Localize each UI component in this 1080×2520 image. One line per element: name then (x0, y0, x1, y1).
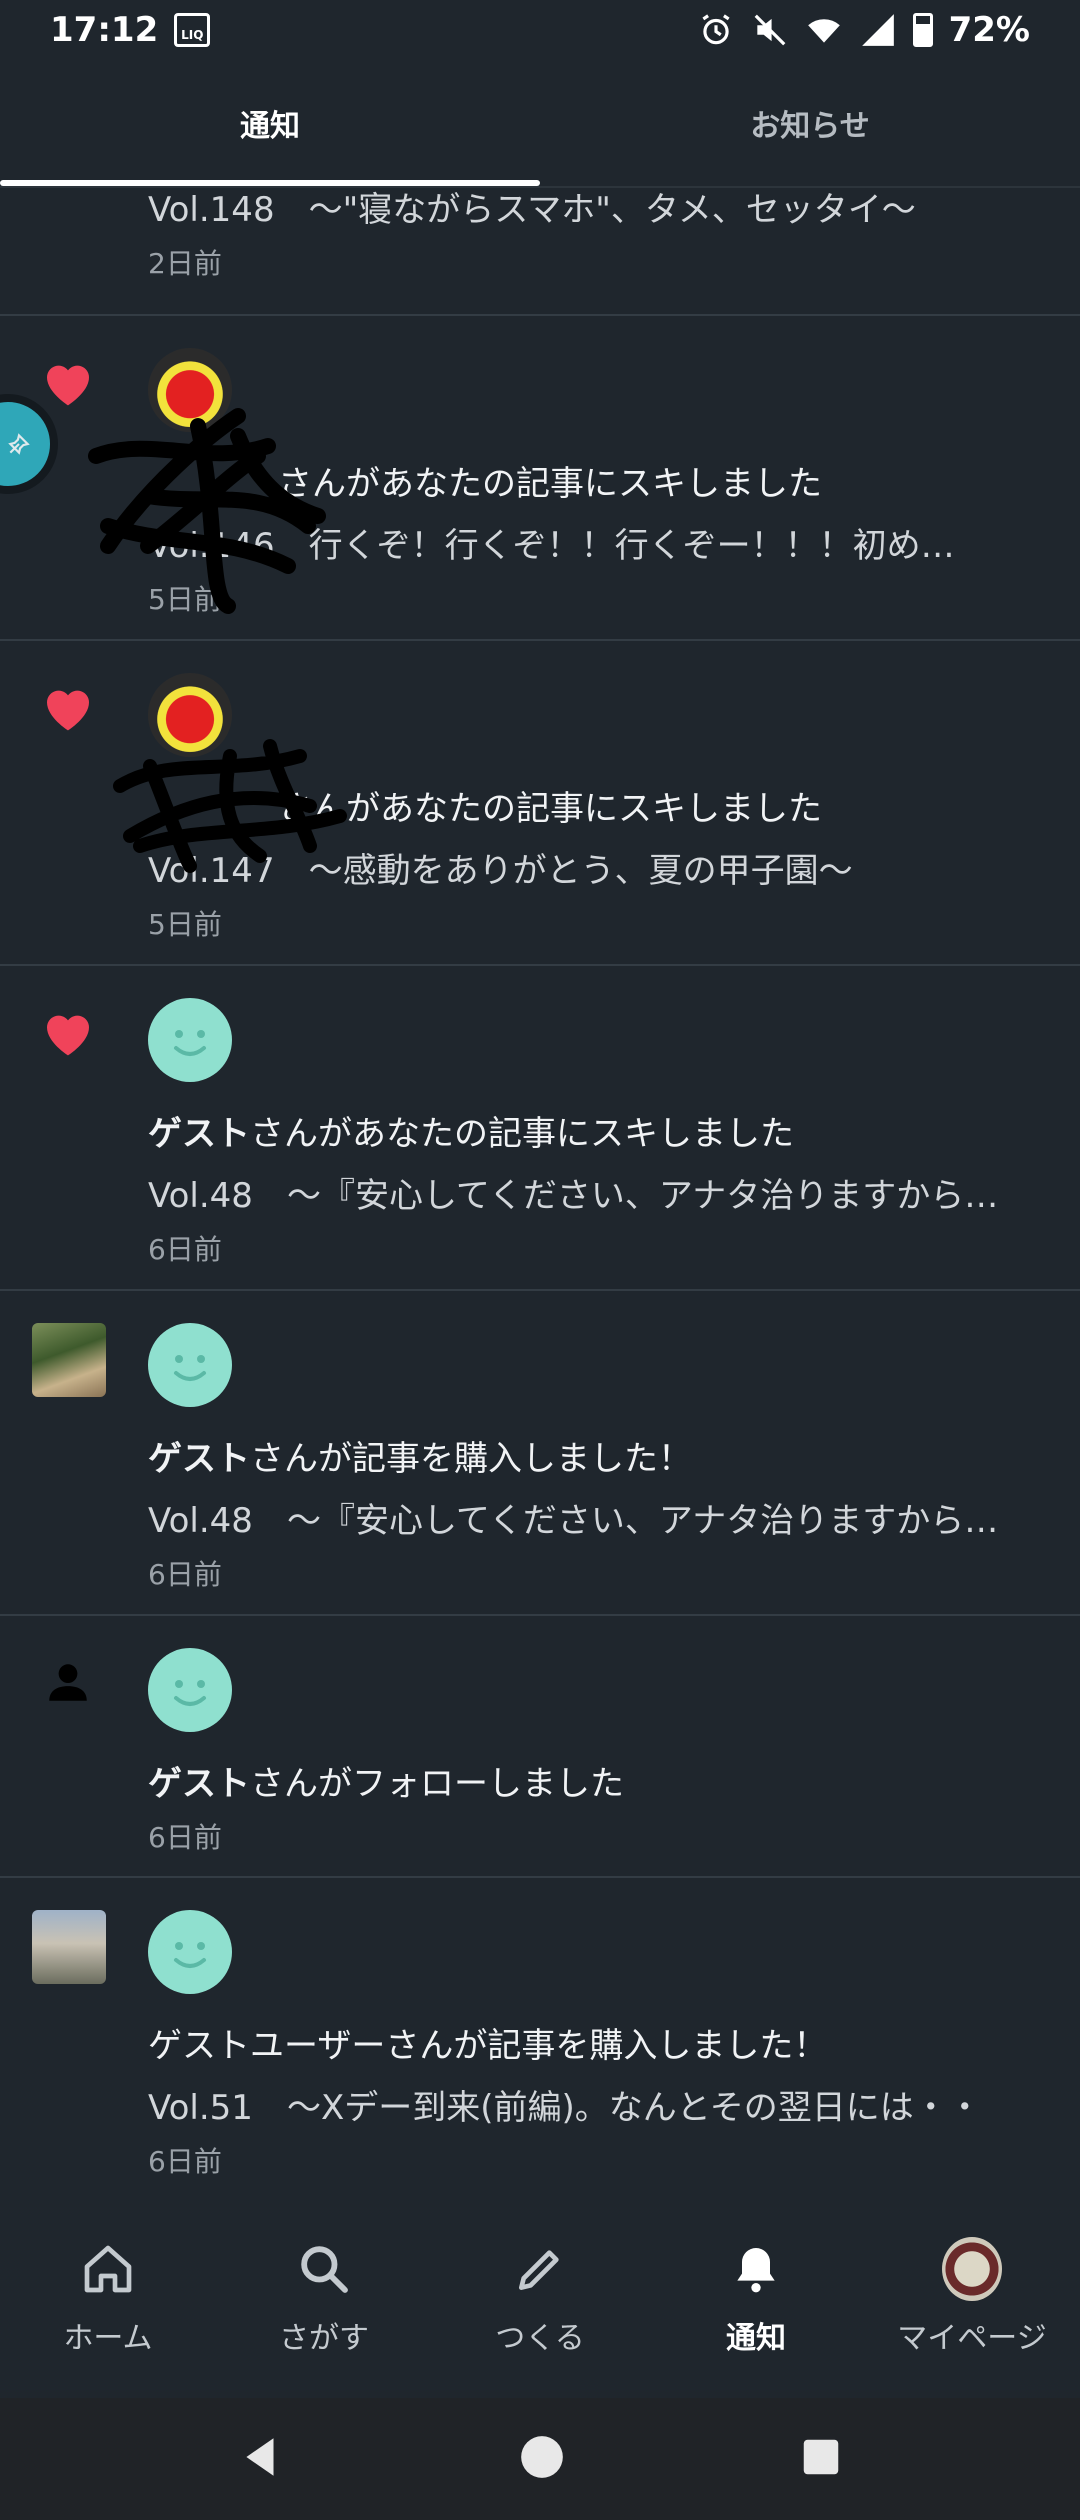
notification-action: さんがフォローしました (250, 1764, 624, 1804)
notification-time: 2日前 (148, 247, 222, 280)
notification-action: さんがあなたの記事にスキしました (278, 464, 822, 504)
smile-icon (174, 1030, 206, 1056)
notification-subtitle: Vol.51 〜Xデー到来(前編)。なんとその翌日には・・ (148, 2088, 982, 2128)
person-icon (38, 1652, 98, 1712)
nav-create-label: つくる (495, 2321, 585, 2356)
heart-icon (38, 352, 98, 412)
notification-time: 5日前 (148, 908, 222, 941)
smile-icon (174, 1680, 206, 1706)
list-item[interactable]: さんがあなたの記事にスキしました Vol.146 行くぞ！行くぞ！！行くぞー！！… (0, 316, 1080, 641)
nav-search[interactable]: さがす (216, 2198, 432, 2398)
avatar[interactable] (148, 1323, 232, 1407)
bottom-navigation: ホーム さがす つくる 通知 マイページ (0, 2198, 1080, 2398)
nav-search-label: さがす (279, 2321, 369, 2356)
notification-time: 5日前 (148, 583, 222, 616)
notification-title: ゲストさんがあなたの記事にスキしました (148, 1106, 794, 1155)
notification-title: ゲストさんがフォローしました (148, 1756, 624, 1805)
nav-notifications[interactable]: 通知 (648, 2198, 864, 2398)
bell-icon (726, 2239, 786, 2299)
notification-time: 6日前 (148, 1558, 222, 1591)
nav-notifications-label: 通知 (726, 2321, 786, 2356)
tab-bar: 通知 お知らせ (0, 60, 1080, 188)
mute-icon (751, 11, 789, 49)
heart-icon (38, 677, 98, 737)
notification-title: ゲストユーザーさんが記事を購入しました！ (148, 2018, 827, 2067)
notification-subtitle: Vol.148 〜"寝ながらスマホ"、タメ、セッタイ〜 (148, 190, 916, 230)
nav-create[interactable]: つくる (432, 2198, 648, 2398)
actor-name[interactable]: ゲスト (148, 1439, 250, 1479)
notification-time: 6日前 (148, 1821, 222, 1854)
avatar[interactable] (148, 673, 232, 757)
notification-list[interactable]: Vol.148 〜"寝ながらスマホ"、タメ、セッタイ〜 2日前 さんがあなたの記… (0, 188, 1080, 2198)
notification-title: さんがあなたの記事にスキしました (148, 456, 822, 505)
battery-icon (912, 13, 933, 47)
user-avatar (942, 2237, 1002, 2301)
nav-mypage[interactable]: マイページ (864, 2198, 1080, 2398)
battery-percent: 72% (948, 10, 1030, 50)
home-icon (78, 2239, 138, 2299)
notification-title: ゲストさんが記事を購入しました！ (148, 1431, 692, 1480)
avatar[interactable] (148, 348, 232, 432)
status-right: 72% (697, 10, 1030, 50)
list-item[interactable]: ゲストさんがフォローしました 6日前 (0, 1616, 1080, 1878)
list-item[interactable]: Vol.148 〜"寝ながらスマホ"、タメ、セッタイ〜 2日前 (0, 188, 1080, 316)
app-root: 17:12 LIQ 72% 通知 お知らせ Vol.148 〜"寝ながらスマホ"… (0, 0, 1080, 2520)
nav-mypage-label: マイページ (897, 2321, 1047, 2356)
heart-icon (38, 1002, 98, 1062)
list-item[interactable]: ゲストユーザーさんが記事を購入しました！ Vol.51 〜Xデー到来(前編)。な… (0, 1878, 1080, 2198)
notification-subtitle: Vol.146 行くぞ！行くぞ！！行くぞー！！！初め… (148, 526, 955, 566)
actor-name[interactable]: ゲスト (148, 1114, 250, 1154)
status-time: 17:12 (50, 10, 159, 50)
wifi-icon (805, 11, 843, 49)
notification-action: さんがあなたの記事にスキしました (278, 789, 822, 829)
status-left: 17:12 LIQ (50, 10, 211, 50)
pencil-icon (510, 2239, 570, 2299)
tab-announcements[interactable]: お知らせ (540, 60, 1080, 186)
notification-action: さんが記事を購入しました！ (250, 1439, 692, 1479)
home-circle-icon[interactable] (517, 2432, 567, 2486)
list-item[interactable]: ゲストさんがあなたの記事にスキしました Vol.48 〜『安心してください、アナ… (0, 966, 1080, 1291)
notification-subtitle: Vol.48 〜『安心してください、アナタ治りますから… (148, 1176, 999, 1216)
notification-action: ゲストユーザーさんが記事を購入しました！ (148, 2026, 828, 2066)
nav-home-label: ホーム (63, 2321, 153, 2356)
tab-notifications[interactable]: 通知 (0, 60, 540, 186)
tab-indicator (0, 180, 540, 186)
liq-icon: LIQ (174, 13, 211, 47)
back-icon[interactable] (236, 2432, 286, 2486)
notification-title: さんがあなたの記事にスキしました (148, 781, 822, 830)
avatar (942, 2237, 1002, 2301)
list-item[interactable]: さんがあなたの記事にスキしました Vol.147 〜感動をありがとう、夏の甲子園… (0, 641, 1080, 966)
article-thumbnail[interactable] (32, 1323, 106, 1397)
smile-icon (174, 1355, 206, 1381)
status-bar: 17:12 LIQ 72% (0, 0, 1080, 60)
scribble-redaction (88, 408, 326, 614)
article-thumbnail[interactable] (32, 1910, 106, 1984)
alarm-icon (697, 11, 735, 49)
avatar[interactable] (148, 1648, 232, 1732)
notification-action: さんがあなたの記事にスキしました (250, 1114, 794, 1154)
pin-icon (8, 433, 30, 455)
notification-time: 6日前 (148, 2145, 222, 2178)
recents-icon[interactable] (798, 2434, 844, 2484)
signal-icon (859, 11, 897, 49)
notification-subtitle: Vol.147 〜感動をありがとう、夏の甲子園〜 (148, 851, 853, 891)
avatar[interactable] (148, 1910, 232, 1994)
avatar[interactable] (148, 998, 232, 1082)
list-item[interactable]: ゲストさんが記事を購入しました！ Vol.48 〜『安心してください、アナタ治り… (0, 1291, 1080, 1616)
actor-name[interactable]: ゲスト (148, 1764, 250, 1804)
notification-time: 6日前 (148, 1233, 222, 1266)
notification-subtitle: Vol.48 〜『安心してください、アナタ治りますから… (148, 1501, 999, 1541)
system-nav-bar (0, 2398, 1080, 2520)
smile-icon (174, 1942, 206, 1968)
nav-home[interactable]: ホーム (0, 2198, 216, 2398)
search-icon (294, 2239, 354, 2299)
